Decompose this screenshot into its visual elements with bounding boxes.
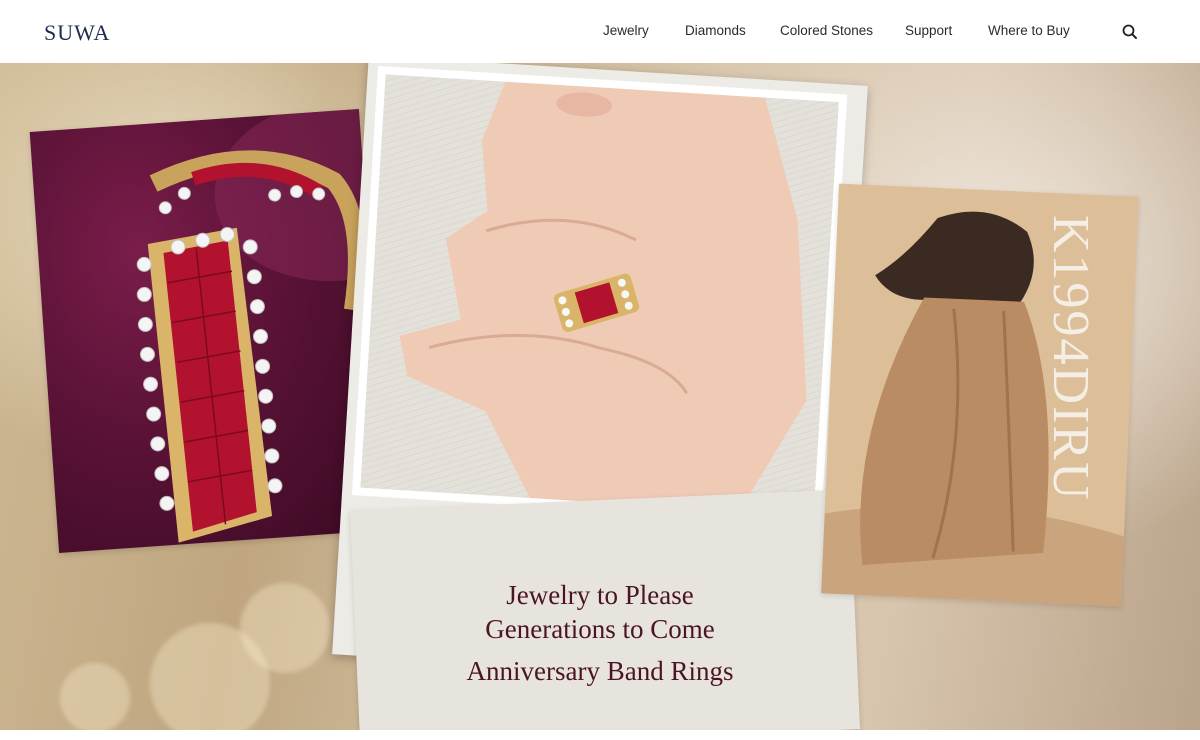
product-code: K1994DIRU: [1042, 215, 1099, 502]
search-button[interactable]: [1121, 23, 1139, 41]
hero-headline-line-1: Jewelry to Please: [506, 580, 694, 610]
page-bottom-strip: [0, 730, 1200, 740]
bokeh-light: [240, 583, 330, 673]
search-icon: [1122, 24, 1137, 39]
site-header: SUWA Jewelry Diamonds Colored Stones Sup…: [0, 0, 1200, 63]
hand-wearing-ring-photo: [351, 65, 848, 524]
ruby-ring-illustration: [136, 109, 389, 543]
nav-item-support[interactable]: Support: [905, 23, 952, 38]
nav-item-diamonds[interactable]: Diamonds: [685, 23, 746, 38]
main-nav: Jewelry Diamonds Colored Stones Support …: [0, 23, 1200, 43]
hero-collection-title: Anniversary Band Rings: [466, 656, 734, 686]
nav-item-jewelry[interactable]: Jewelry: [603, 23, 649, 38]
hero-headline-line-2: Generations to Come: [485, 614, 715, 644]
nav-item-colored-stones[interactable]: Colored Stones: [780, 23, 873, 38]
hero-caption[interactable]: Jewelry to Please Generations to Come An…: [400, 578, 800, 688]
bokeh-light: [60, 663, 130, 730]
hand-ring-illustration: [360, 74, 839, 516]
ruby-band-ring-photo: [29, 109, 389, 553]
nav-item-where-to-buy[interactable]: Where to Buy: [988, 23, 1070, 38]
